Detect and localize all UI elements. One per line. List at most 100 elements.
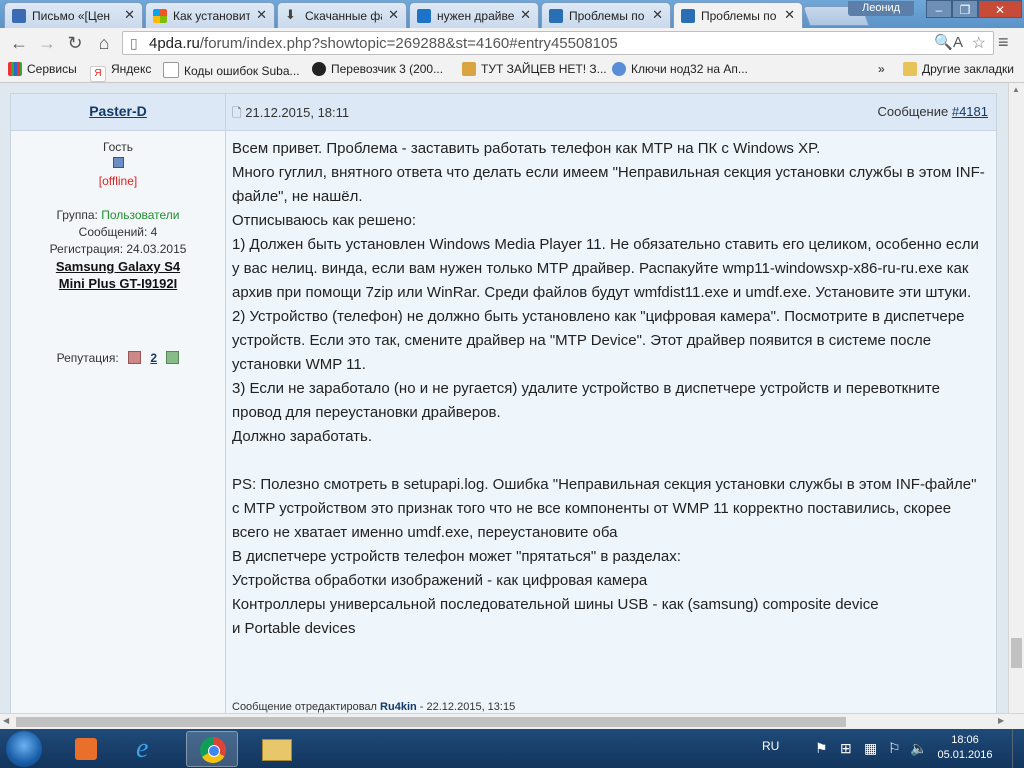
translate-icon[interactable]: 🔍A (934, 33, 963, 51)
menu-icon[interactable]: ≡ (998, 32, 1009, 53)
vertical-scrollbar[interactable]: ▲ (1008, 83, 1024, 713)
post-body: Всем привет. Проблема - заставить работа… (226, 131, 996, 713)
taskbar-explorer[interactable] (250, 731, 302, 767)
reload-button[interactable]: ↻ (64, 32, 86, 54)
post-line: Отписываюсь как решено: (232, 212, 417, 229)
group-label: Группа: (56, 208, 98, 222)
clock-time: 18:06 (951, 734, 979, 746)
maximize-button[interactable]: ❐ (952, 0, 978, 18)
avatar-icon (312, 62, 326, 76)
reputation-label: Репутация: (56, 351, 119, 365)
horizontal-scroll-thumb[interactable] (16, 717, 846, 727)
tab-mail[interactable]: Письмо «[Цен ✕ (4, 2, 143, 28)
post-number-link[interactable]: #4181 (952, 104, 988, 119)
tab-label: Письмо «[Цен (32, 9, 111, 23)
yandex-icon: Я (90, 66, 106, 82)
post-line: PS: Полезно смотреть в setupapi.log. Оши… (232, 476, 977, 541)
scroll-up-icon[interactable]: ▲ (1012, 85, 1020, 94)
close-window-button[interactable]: ✕ (978, 0, 1022, 18)
windows-update-icon[interactable]: ⊞ (840, 740, 852, 757)
close-icon[interactable]: ✕ (652, 7, 663, 23)
star-icon[interactable]: ☆ (972, 33, 986, 53)
author-status: Гость (102, 140, 134, 154)
edited-by[interactable]: Ru4kin (380, 701, 417, 713)
bookmark-label: Перевозчик 3 (200... (331, 62, 444, 76)
reputation-plus-icon[interactable] (166, 351, 180, 364)
scroll-right-icon[interactable]: ▶ (998, 716, 1004, 725)
post-date-text: 21.12.2015, 18:11 (245, 105, 350, 120)
reputation-value[interactable]: 2 (150, 351, 157, 365)
author-registration: Регистрация: 24.03.2015 (49, 242, 187, 256)
flag-tray-icon[interactable]: ⚐ (888, 740, 901, 757)
taskbar-media-player[interactable] (60, 731, 112, 767)
home-button[interactable]: ⌂ (93, 32, 115, 54)
taskbar-ie[interactable]: e (124, 731, 176, 767)
tab-4pda-active[interactable]: Проблемы по ✕ (673, 2, 803, 29)
bookmark-nod32[interactable]: Ключи нод32 на Ап... (612, 62, 748, 76)
back-button[interactable]: ← (8, 32, 30, 54)
author-reputation: Репутация: 2 (11, 350, 225, 367)
tab-label: Скачанные фа (305, 9, 382, 23)
browser-toolbar: ← → ↻ ⌂ ▯ 4pda.ru/forum/index.php?showto… (0, 28, 1024, 58)
author-name-link[interactable]: Paster-D (11, 103, 225, 119)
edited-note: Сообщение отредактировал Ru4kin - 22.12.… (232, 695, 515, 713)
profile-name[interactable]: Леонид (848, 1, 915, 16)
reputation-minus-icon[interactable] (128, 351, 142, 364)
minimize-button[interactable]: – (926, 0, 952, 18)
bookmarks-overflow-button[interactable]: » (878, 62, 885, 76)
page-icon (163, 62, 179, 78)
post-line: Много гуглил, внятного ответа что делать… (232, 164, 985, 205)
other-bookmarks-label: Другие закладки (922, 62, 1014, 76)
bookmark-services[interactable]: Сервисы (8, 62, 77, 76)
post-line: 1) Должен быть установлен Windows Media … (232, 236, 979, 301)
language-indicator[interactable]: RU (762, 739, 779, 753)
address-text[interactable]: 4pda.ru/forum/index.php?showtopic=269288… (149, 35, 618, 52)
start-button[interactable] (6, 731, 42, 767)
bookmark-hares[interactable]: ТУТ ЗАЙЦЕВ НЕТ! З... (462, 62, 607, 76)
folder-icon (903, 62, 917, 76)
network-icon[interactable]: ▦ (864, 740, 877, 757)
chrome-icon (200, 737, 226, 763)
forward-button[interactable]: → (36, 32, 58, 54)
author-header: Paster-D (11, 94, 226, 131)
post-number: Сообщение #4181 (877, 104, 988, 119)
tab-4pda[interactable]: Проблемы по ✕ (541, 2, 671, 28)
volume-icon[interactable]: 🔈 (910, 740, 927, 757)
author-device[interactable]: Samsung Galaxy S4 Mini Plus GT-I9192I (43, 258, 193, 292)
edited-prefix: Сообщение отредактировал (232, 701, 377, 713)
vertical-scroll-thumb[interactable] (1011, 638, 1022, 668)
close-icon[interactable]: ✕ (520, 7, 531, 23)
tab-windows[interactable]: Как установит ✕ (145, 2, 275, 28)
tab-downloads[interactable]: ⬇ Скачанные фа ✕ (277, 2, 407, 28)
close-icon[interactable]: ✕ (388, 7, 399, 23)
close-icon[interactable]: ✕ (256, 7, 267, 23)
clock[interactable]: 18:06 05.01.2016 (930, 733, 1000, 763)
post-number-label: Сообщение (877, 104, 949, 119)
bookmark-carrier[interactable]: Перевозчик 3 (200... (312, 62, 443, 76)
flag-icon[interactable]: ⚑ (815, 740, 828, 757)
forum-page: Paster-D 🗋 21.12.2015, 18:11 Сообщение #… (0, 83, 1008, 713)
media-player-icon (75, 738, 97, 760)
browser-titlebar: Письмо «[Цен ✕ Как установит ✕ ⬇ Скачанн… (0, 0, 1024, 29)
bookmark-yandex[interactable]: Я Яндекс (90, 62, 151, 82)
taskbar-chrome[interactable] (186, 731, 238, 767)
bookmarks-bar: Сервисы Я Яндекс Коды ошибок Suba... Пере… (0, 58, 1024, 83)
bookmark-label: Ключи нод32 на Ап... (631, 62, 748, 76)
close-icon[interactable]: ✕ (784, 7, 795, 23)
horizontal-scrollbar[interactable]: ◀ ▶ (0, 713, 1024, 729)
bookmark-codes[interactable]: Коды ошибок Suba... (163, 62, 300, 78)
author-online-status: [offline] (98, 174, 138, 188)
tab-label: Как установит (173, 9, 250, 23)
url-path: /forum/index.php?showtopic=269288&st=416… (199, 35, 618, 52)
show-desktop-button[interactable] (1012, 729, 1024, 768)
address-bar[interactable]: ▯ 4pda.ru/forum/index.php?showtopic=2692… (122, 31, 994, 55)
online-status-icon (11, 156, 225, 173)
post-line: 3) Если не заработало (но и не ругается)… (232, 380, 940, 421)
bookmark-label: Коды ошибок Suba... (184, 64, 300, 78)
tab-search[interactable]: нужен драйве ✕ (409, 2, 539, 28)
close-icon[interactable]: ✕ (124, 7, 135, 23)
scroll-left-icon[interactable]: ◀ (3, 716, 9, 725)
bookmark-label: ТУТ ЗАЙЦЕВ НЕТ! З... (481, 62, 607, 76)
post-date: 🗋 21.12.2015, 18:11 (232, 104, 349, 125)
other-bookmarks[interactable]: Другие закладки (903, 62, 1014, 76)
